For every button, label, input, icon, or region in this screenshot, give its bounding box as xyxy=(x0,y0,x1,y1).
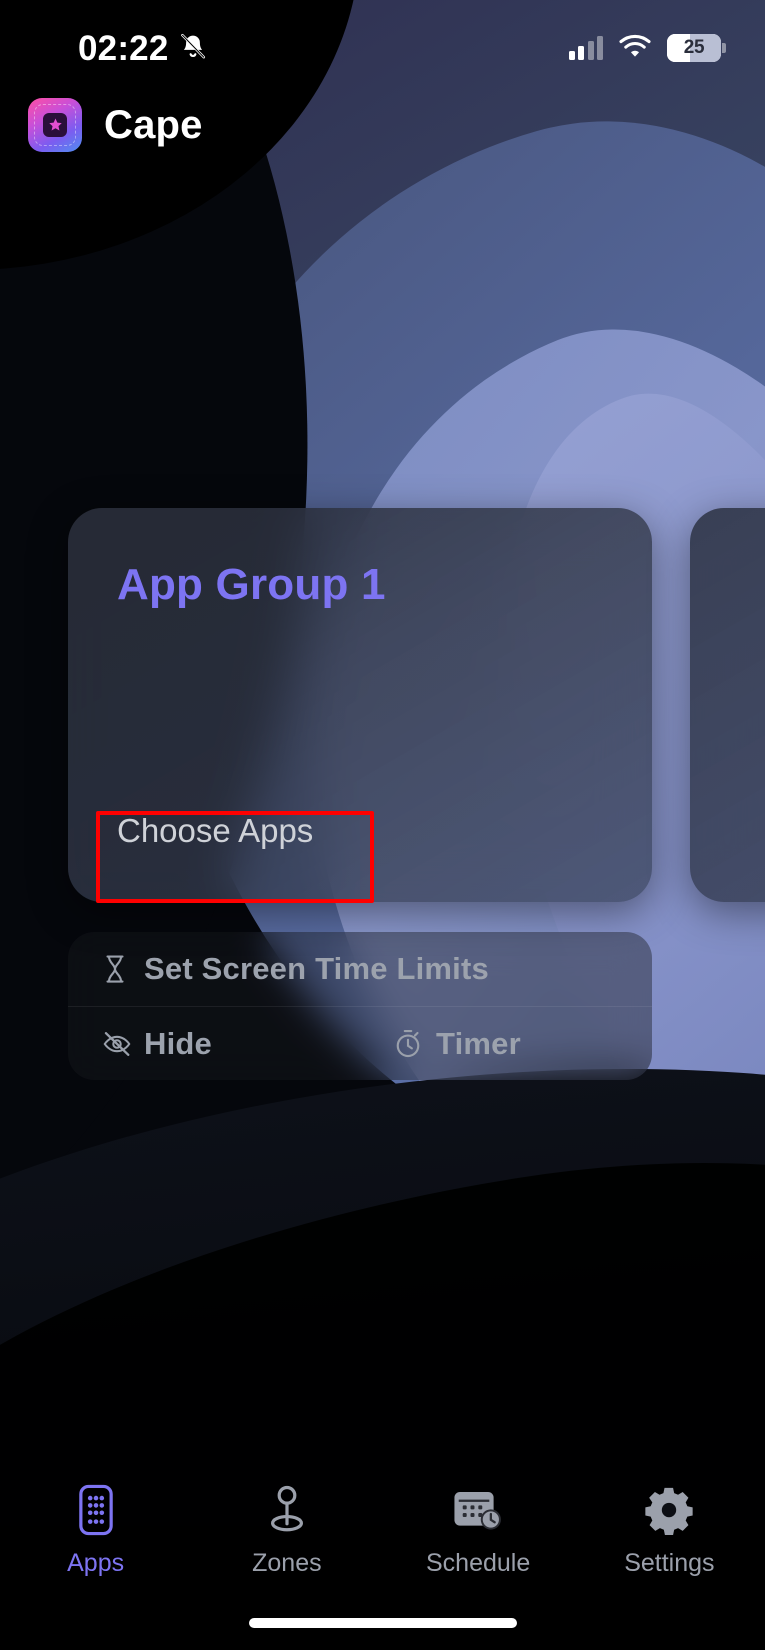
app-title: Cape xyxy=(104,102,203,147)
tab-apps[interactable]: Apps xyxy=(0,1484,191,1578)
phone-grid-icon xyxy=(75,1484,117,1536)
hide-timer-row: Hide Timer xyxy=(68,1006,652,1080)
wifi-icon xyxy=(618,33,652,64)
map-pin-icon xyxy=(265,1484,309,1536)
app-group-actions: Set Screen Time Limits Hide Timer xyxy=(68,932,652,1080)
cape-app-icon xyxy=(28,98,82,152)
stopwatch-icon xyxy=(394,1029,436,1059)
tab-settings[interactable]: Settings xyxy=(574,1484,765,1578)
gear-icon xyxy=(644,1484,694,1536)
cellular-signal-icon xyxy=(568,36,603,60)
choose-apps-button[interactable]: Choose Apps xyxy=(117,812,313,850)
hourglass-icon xyxy=(102,954,144,984)
timer-label: Timer xyxy=(436,1025,521,1061)
timer-button[interactable]: Timer xyxy=(360,1007,652,1081)
tab-zones-label: Zones xyxy=(252,1549,322,1577)
tab-apps-label: Apps xyxy=(67,1549,125,1577)
tab-schedule-label: Schedule xyxy=(426,1549,531,1577)
home-indicator[interactable] xyxy=(248,1618,517,1628)
app-group-card-next[interactable] xyxy=(690,508,765,902)
set-screen-time-limits-label: Set Screen Time Limits xyxy=(144,951,489,986)
app-group-title: App Group 1 xyxy=(117,560,386,609)
battery-icon: 25 xyxy=(667,34,721,62)
status-bar-clock: 02:22 xyxy=(78,28,169,68)
phone-screen: 02:22 25 Cape App Group 1 Choose Apps Se… xyxy=(0,0,765,1650)
bell-slash-icon xyxy=(178,31,208,66)
set-screen-time-limits-row[interactable]: Set Screen Time Limits xyxy=(68,932,652,1006)
calendar-clock-icon xyxy=(452,1484,504,1536)
tab-schedule[interactable]: Schedule xyxy=(383,1484,574,1578)
battery-percent-label: 25 xyxy=(683,37,705,58)
app-group-card[interactable]: App Group 1 Choose Apps xyxy=(68,508,652,902)
tab-settings-label: Settings xyxy=(624,1549,715,1577)
hide-label: Hide xyxy=(144,1025,212,1061)
battery-indicator: 25 xyxy=(667,34,726,62)
eye-slash-icon xyxy=(102,1031,144,1056)
app-group-carousel[interactable]: App Group 1 Choose Apps xyxy=(0,508,765,902)
tab-zones[interactable]: Zones xyxy=(191,1484,382,1578)
status-bar: 02:22 25 xyxy=(0,0,765,96)
hide-button[interactable]: Hide xyxy=(68,1007,360,1081)
app-header: Cape xyxy=(28,98,203,152)
